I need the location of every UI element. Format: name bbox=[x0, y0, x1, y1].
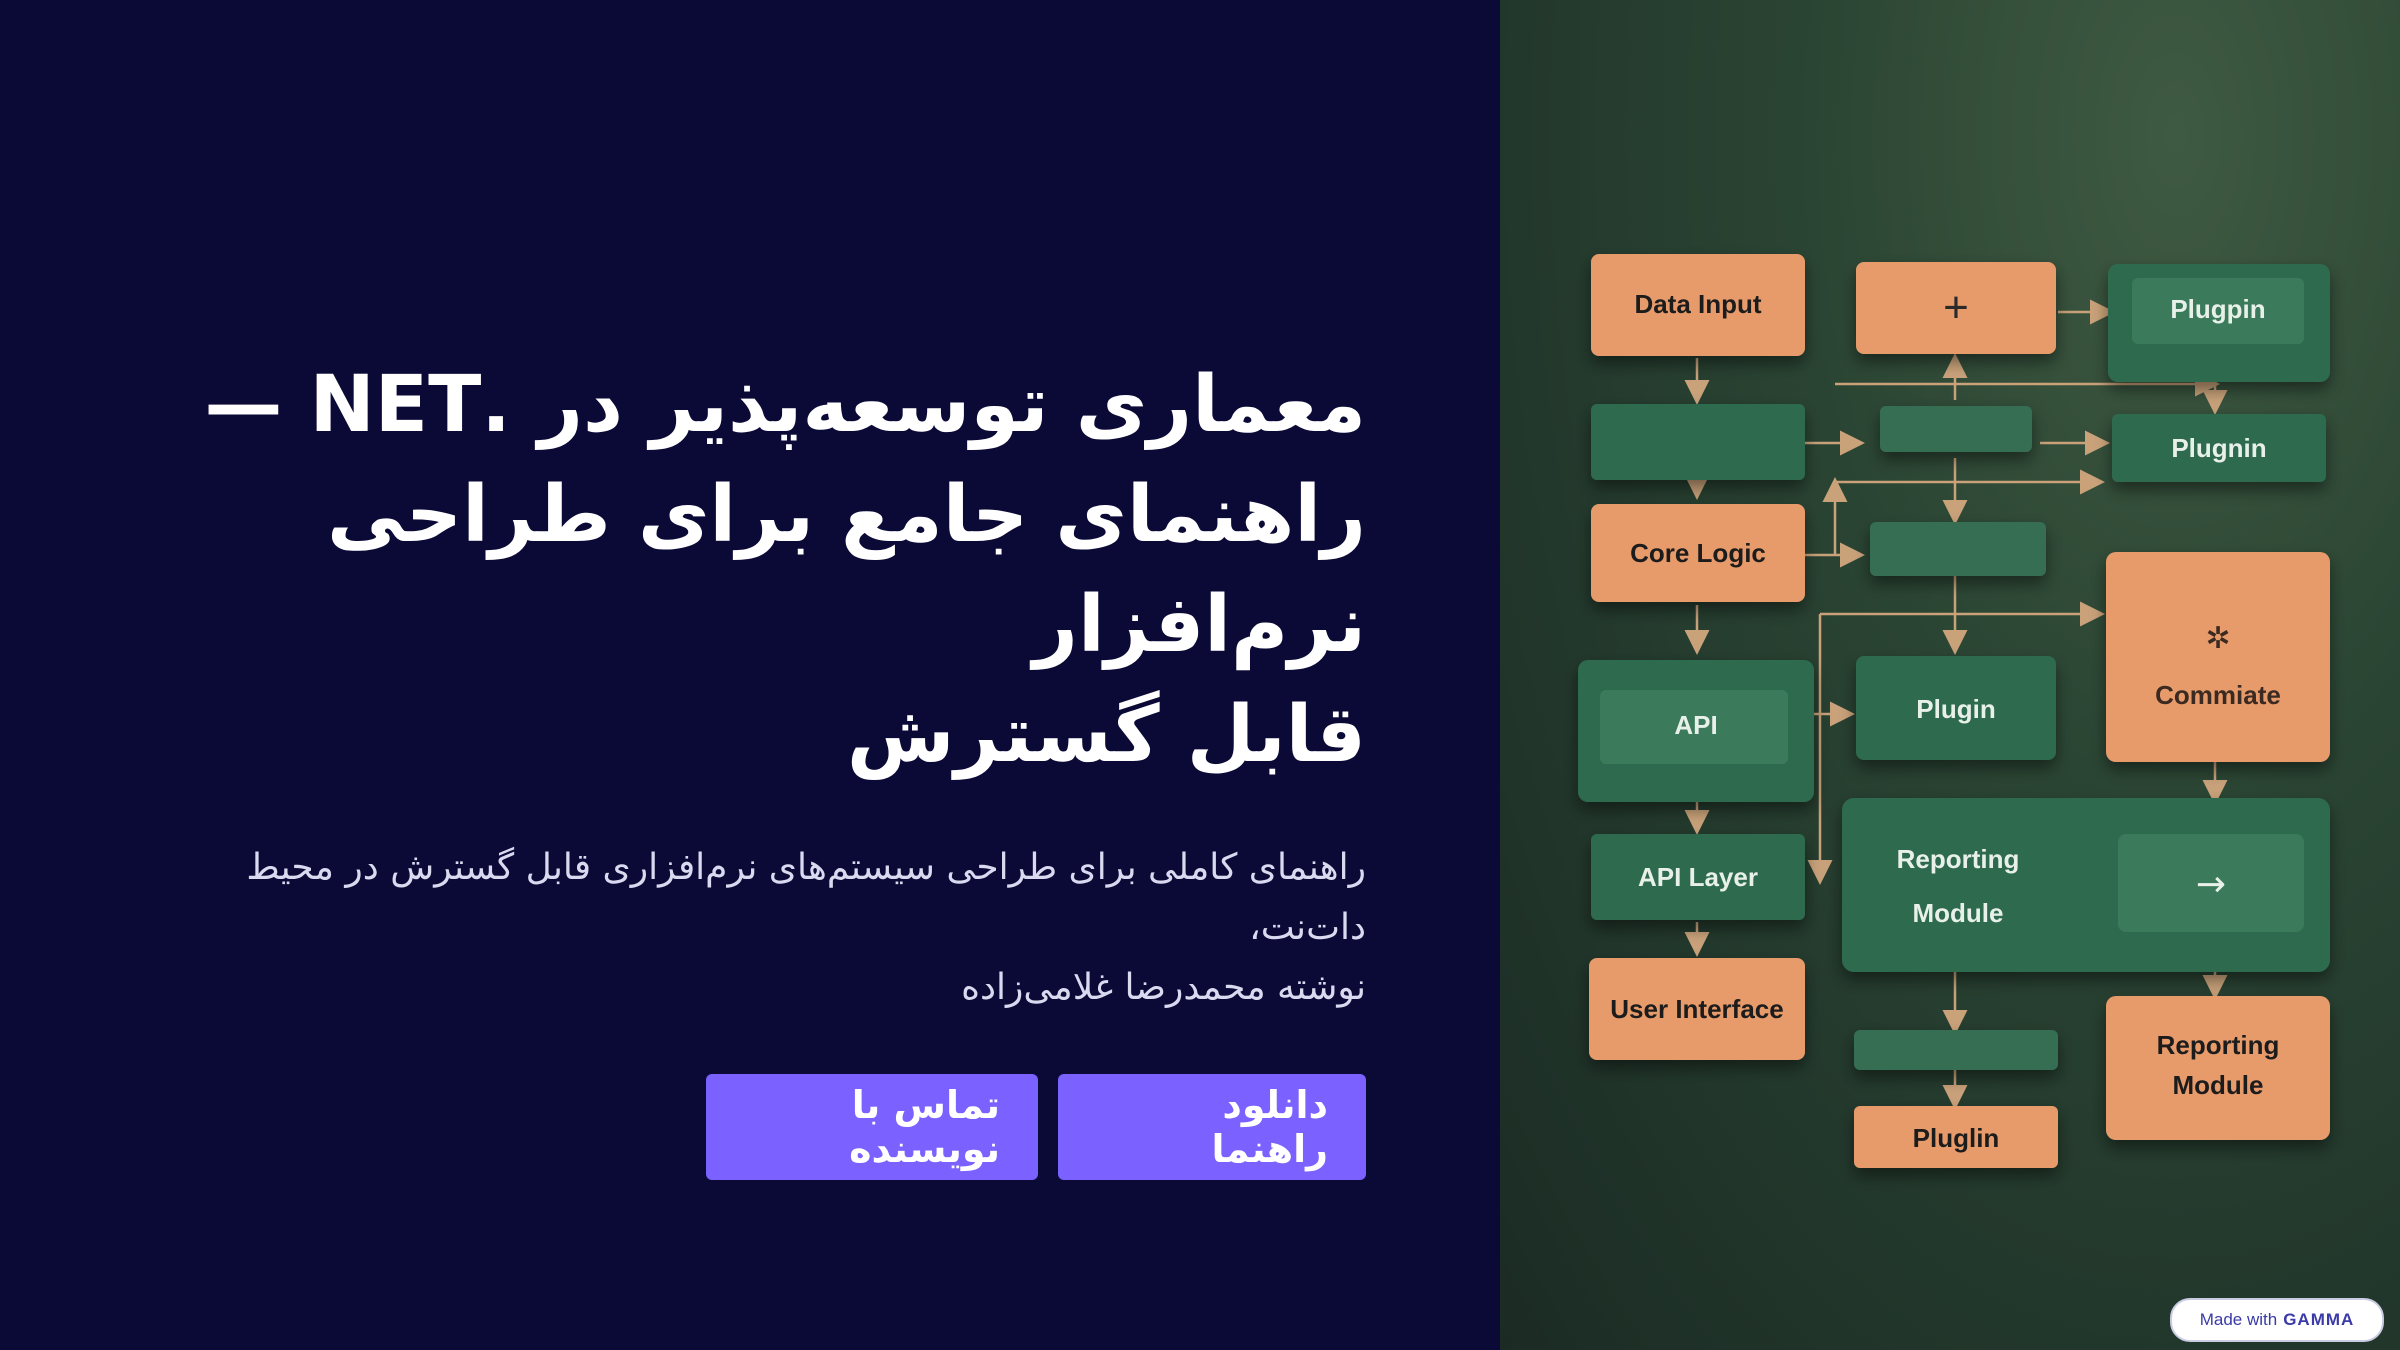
made-with-text: Made with bbox=[2199, 1310, 2278, 1329]
node-cylinder-2 bbox=[1870, 522, 2046, 576]
node-api-layer-label: API Layer bbox=[1638, 862, 1758, 892]
node-reporting-module-2-line1: Reporting bbox=[2157, 1030, 2280, 1060]
node-user-interface-label: User Interface bbox=[1610, 994, 1783, 1024]
node-plugnin-label: Plugnin bbox=[2171, 433, 2266, 463]
hero-buttons: دانلود راهنما تماس با نویسنده bbox=[126, 1074, 1366, 1180]
node-pluglin-label: Pluglin bbox=[1913, 1123, 2000, 1153]
node-api-label: API bbox=[1674, 710, 1717, 740]
node-data-input-label: Data Input bbox=[1634, 289, 1761, 319]
hero-title-line1: معماری توسعه‌پذیر در .NET — bbox=[204, 360, 1366, 450]
node-reporting-label-line1: Reporting bbox=[1897, 844, 2020, 874]
hero-subtitle: راهنمای کاملی برای طراحی سیستم‌های نرم‌ا… bbox=[126, 838, 1366, 1018]
gamma-logo: GAMMA bbox=[2283, 1310, 2355, 1329]
hero-title: معماری توسعه‌پذیر در .NET — راهنمای جامع… bbox=[126, 350, 1366, 790]
node-cylinder-3 bbox=[1854, 1030, 2058, 1070]
architecture-diagram: Data Input + Plugpin Plugnin Core Logic … bbox=[1578, 254, 2330, 1168]
asterisk-icon: ✲ bbox=[2205, 621, 2230, 656]
contact-author-button[interactable]: تماس با نویسنده bbox=[706, 1074, 1038, 1180]
node-plugpin-label: Plugpin bbox=[2170, 294, 2265, 324]
hero-subtitle-line1: راهنمای کاملی برای طراحی سیستم‌های نرم‌ا… bbox=[246, 847, 1366, 948]
arrow-right-icon: → bbox=[2196, 864, 2226, 905]
hero-panel: معماری توسعه‌پذیر در .NET — راهنمای جامع… bbox=[0, 0, 1500, 1350]
hero-content: معماری توسعه‌پذیر در .NET — راهنمای جامع… bbox=[126, 350, 1366, 1180]
download-guide-button[interactable]: دانلود راهنما bbox=[1058, 1074, 1366, 1180]
hero-subtitle-line2: نوشته محمدرضا غلامی‌زاده bbox=[961, 967, 1366, 1008]
node-reporting-module-2 bbox=[2106, 996, 2330, 1140]
node-reporting-label-line2: Module bbox=[1913, 898, 2004, 928]
hero-title-line2: راهنمای جامع برای طراحی نرم‌افزار bbox=[326, 470, 1366, 670]
node-commiate-label: Commiate bbox=[2155, 680, 2281, 710]
node-cylinder-1 bbox=[1880, 406, 2032, 452]
node-core-logic-label: Core Logic bbox=[1630, 538, 1766, 568]
hero-title-line3: قابل گسترش bbox=[846, 690, 1366, 780]
node-reporting-module-2-line2: Module bbox=[2173, 1070, 2264, 1100]
node-plugin-label: Plugin bbox=[1916, 694, 1995, 724]
node-green-block bbox=[1591, 404, 1805, 480]
architecture-diagram-image: Data Input + Plugpin Plugnin Core Logic … bbox=[1500, 0, 2400, 1350]
made-with-gamma-badge[interactable]: Made with GAMMA bbox=[2170, 1298, 2384, 1342]
plus-icon: + bbox=[1943, 283, 1969, 332]
node-commiate bbox=[2106, 552, 2330, 762]
